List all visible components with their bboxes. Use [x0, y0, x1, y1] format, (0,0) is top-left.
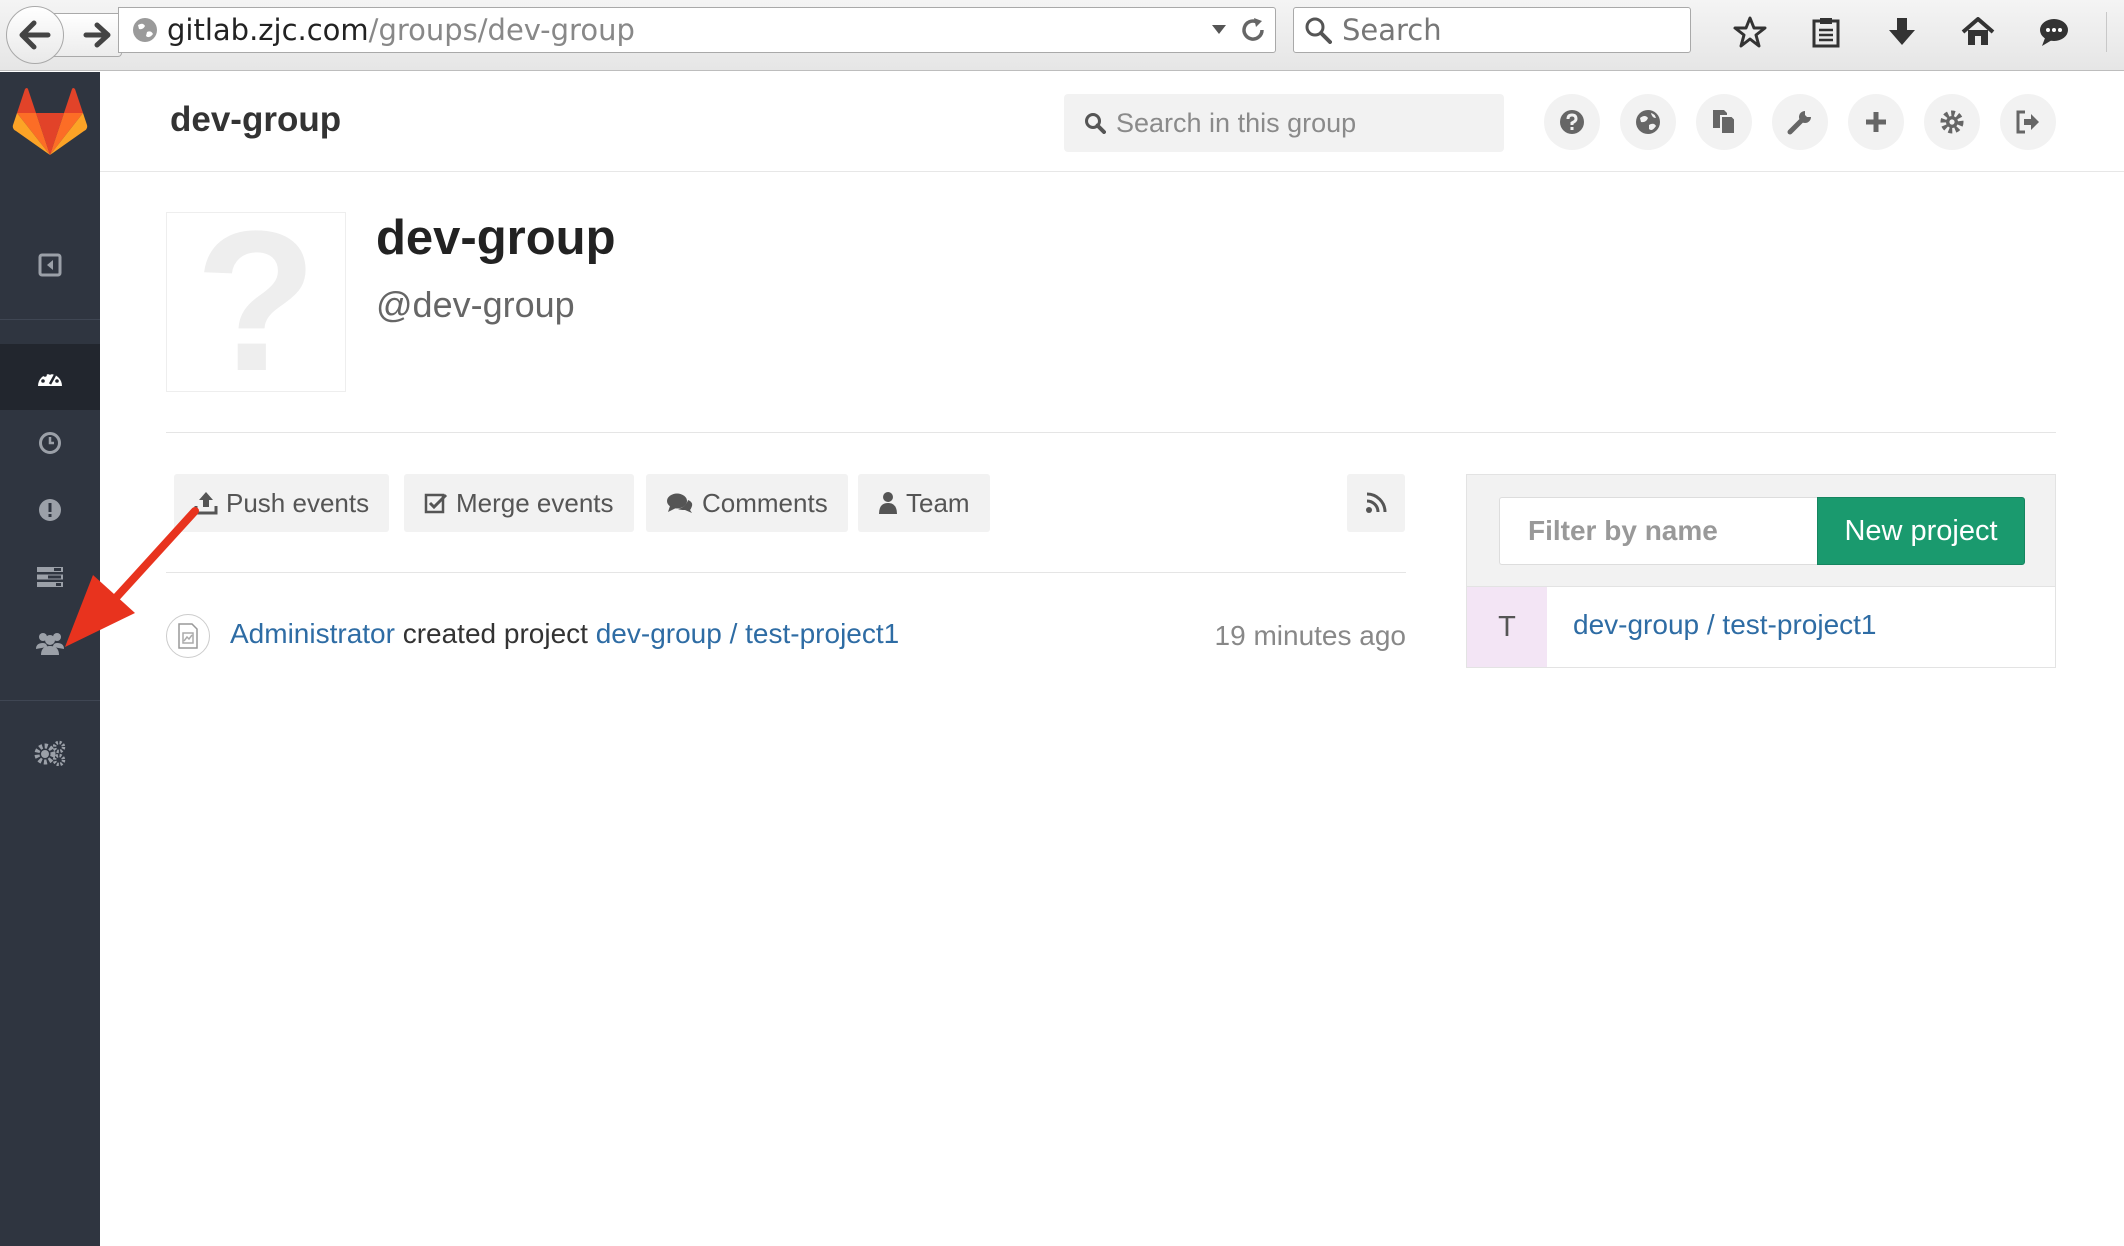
sign-out-icon — [2016, 110, 2039, 134]
arrow-left-icon — [19, 20, 51, 50]
dropdown-arrow-icon[interactable] — [1211, 24, 1227, 36]
chat-bubble-icon — [2040, 19, 2068, 46]
gitlab-logo[interactable] — [0, 72, 100, 172]
event-action: created project — [394, 618, 596, 649]
annotation-arrow-icon — [65, 507, 199, 647]
gitlab-fox-logo-icon — [12, 88, 88, 155]
clock-icon — [39, 432, 61, 454]
bookmark-star-button[interactable] — [1712, 10, 1788, 54]
sidebar-divider — [0, 319, 100, 320]
gitlab-sidebar — [0, 72, 100, 1246]
browser-toolbar: gitlab.zjc.com/groups/dev-group Search — [0, 0, 2124, 71]
new-item-button[interactable] — [1848, 94, 1904, 150]
project-avatar: T — [1467, 587, 1547, 667]
toolbar-separator — [2106, 12, 2107, 52]
admin-area-button[interactable] — [1772, 94, 1828, 150]
copy-files-icon — [1713, 110, 1736, 135]
group-path: @dev-group — [376, 284, 575, 325]
address-bar-actions — [1211, 8, 1267, 52]
event-time: 19 minutes ago — [1214, 620, 1406, 651]
page-header: dev-group Search in this group — [100, 72, 2124, 172]
filter-push-events-label: Push events — [226, 487, 370, 518]
new-project-button[interactable]: New project — [1817, 497, 2025, 565]
question-circle-icon — [1560, 110, 1584, 134]
search-icon — [1305, 17, 1332, 44]
user-icon — [879, 492, 897, 514]
avatar-placeholder-glyph: ? — [194, 190, 318, 413]
sidebar-collapse-toggle[interactable] — [0, 232, 100, 298]
projects-panel-header: Filter by name New project — [1467, 475, 2055, 587]
url-text: gitlab.zjc.com/groups/dev-group — [167, 13, 635, 47]
header-actions — [1544, 94, 2056, 150]
new-project-label: New project — [1844, 514, 1998, 547]
event-author-link[interactable]: Administrator — [230, 618, 395, 649]
sign-out-button[interactable] — [2000, 94, 2056, 150]
globe-icon — [133, 18, 157, 42]
project-name-link[interactable]: dev-group / test-project1 — [1573, 609, 1877, 641]
header-title[interactable]: dev-group — [170, 100, 341, 140]
comments-icon — [667, 493, 693, 513]
rss-icon — [1366, 492, 1387, 513]
downloads-button[interactable] — [1864, 10, 1940, 54]
home-button[interactable] — [1940, 10, 2016, 54]
arrow-right-icon — [83, 22, 111, 48]
sidebar-item-settings[interactable] — [0, 720, 100, 786]
info-divider — [166, 432, 2056, 433]
profile-settings-button[interactable] — [1924, 94, 1980, 150]
rss-feed-button[interactable] — [1347, 474, 1405, 532]
reading-list-button[interactable] — [1788, 10, 1864, 54]
collapse-arrow-icon — [38, 253, 62, 277]
group-avatar: ? — [166, 202, 346, 402]
filter-merge-events-label: Merge events — [456, 487, 614, 518]
filter-comments-label: Comments — [702, 487, 828, 518]
home-icon — [1961, 17, 1995, 45]
event-item: Administrator created project dev-group … — [166, 612, 1406, 658]
event-text: Administrator created project dev-group … — [230, 618, 899, 650]
back-button[interactable] — [6, 6, 64, 64]
dashboard-gauge-icon — [38, 371, 62, 386]
filter-team-label: Team — [906, 487, 970, 518]
sidebar-divider — [0, 700, 100, 701]
download-arrow-icon — [1889, 18, 1915, 45]
filter-comments-button[interactable]: Comments — [646, 474, 848, 532]
snippets-button[interactable] — [1696, 94, 1752, 150]
gears-icon — [34, 740, 66, 766]
address-bar[interactable]: gitlab.zjc.com/groups/dev-group — [118, 7, 1276, 53]
check-square-icon — [424, 493, 448, 514]
clipboard-icon — [1812, 18, 1840, 48]
wrench-icon — [1787, 111, 1811, 135]
search-icon — [1085, 113, 1106, 134]
project-list-item[interactable]: T dev-group / test-project1 — [1467, 587, 2055, 667]
explore-button[interactable] — [1620, 94, 1676, 150]
browser-search-field[interactable]: Search — [1293, 7, 1691, 53]
group-search-input[interactable]: Search in this group — [1064, 94, 1504, 152]
browser-toolbar-icons — [1712, 10, 2124, 54]
gear-icon — [1940, 110, 1964, 134]
url-path: /groups/dev-group — [368, 13, 635, 47]
help-button[interactable] — [1544, 94, 1600, 150]
chat-button[interactable] — [2016, 10, 2092, 54]
reload-icon[interactable] — [1239, 16, 1267, 44]
browser-search-placeholder: Search — [1342, 13, 1442, 47]
events-divider — [166, 572, 1406, 573]
url-host: gitlab.zjc.com — [167, 13, 369, 47]
plus-icon — [1866, 112, 1886, 132]
event-project-link[interactable]: dev-group / test-project1 — [596, 618, 900, 649]
star-icon — [1733, 16, 1767, 48]
navigation-buttons — [6, 6, 122, 64]
filter-merge-events-button[interactable]: Merge events — [404, 474, 634, 532]
filter-by-name-input[interactable]: Filter by name — [1499, 497, 1817, 565]
group-projects-panel: Filter by name New project T dev-group /… — [1466, 474, 2056, 668]
sidebar-item-activity[interactable] — [0, 410, 100, 476]
filter-team-button[interactable]: Team — [858, 474, 990, 532]
filter-by-name-placeholder: Filter by name — [1528, 515, 1718, 546]
globe-icon — [1636, 110, 1660, 134]
group-name: dev-group — [376, 211, 616, 265]
sidebar-item-dashboard[interactable] — [0, 344, 100, 410]
group-search-placeholder: Search in this group — [1116, 107, 1357, 138]
